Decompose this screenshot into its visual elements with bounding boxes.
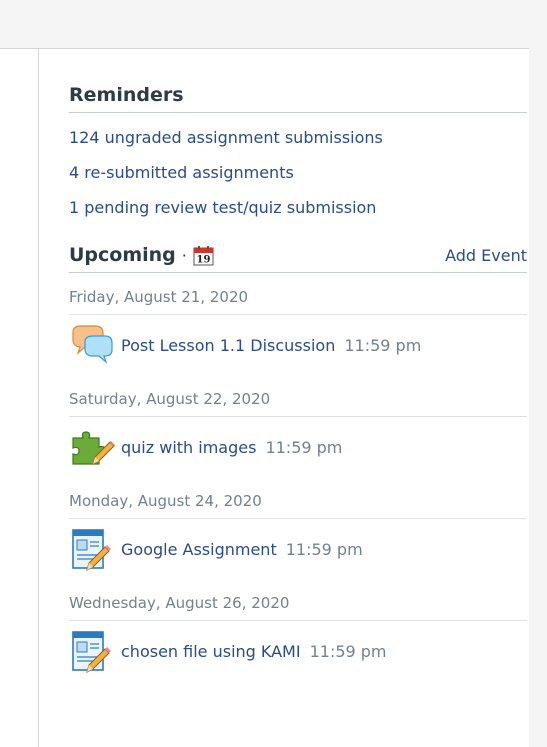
day-header: Wednesday, August 26, 2020 bbox=[69, 579, 527, 621]
svg-text:19: 19 bbox=[196, 254, 210, 265]
upcoming-item: quiz with images 11:59 pm bbox=[69, 417, 527, 477]
due-time: 11:59 pm bbox=[285, 539, 363, 559]
upcoming-item: Post Lesson 1.1 Discussion 11:59 pm bbox=[69, 315, 527, 375]
reminder-pending-review-link[interactable]: 1 pending review test/quiz submission bbox=[69, 198, 527, 218]
upcoming-item: Google Assignment 11:59 pm bbox=[69, 519, 527, 579]
add-event-link[interactable]: Add Event bbox=[445, 246, 527, 265]
assignment-icon bbox=[69, 526, 115, 572]
title-separator: · bbox=[181, 245, 187, 265]
reminder-resubmitted-link[interactable]: 4 re-submitted assignments bbox=[69, 163, 527, 183]
day-header: Saturday, August 22, 2020 bbox=[69, 375, 527, 417]
reminders-section: Reminders 124 ungraded assignment submis… bbox=[69, 80, 527, 218]
upcoming-heading: Upcoming · 19 bbox=[69, 244, 214, 266]
upcoming-item-link[interactable]: Google Assignment bbox=[121, 540, 277, 559]
upcoming-item-link[interactable]: quiz with images bbox=[121, 438, 256, 457]
day-header: Friday, August 21, 2020 bbox=[69, 273, 527, 315]
right-edge bbox=[529, 0, 547, 747]
upcoming-title: Upcoming bbox=[69, 244, 176, 266]
reminders-heading: Reminders bbox=[69, 80, 527, 113]
calendar-icon[interactable]: 19 bbox=[193, 245, 214, 266]
top-bar bbox=[0, 0, 547, 49]
upcoming-item-link[interactable]: chosen file using KAMI bbox=[121, 642, 301, 661]
due-time: 11:59 pm bbox=[265, 437, 343, 457]
sidebar-panel: Reminders 124 ungraded assignment submis… bbox=[69, 80, 527, 681]
upcoming-header: Upcoming · 19 Add Event bbox=[69, 244, 527, 273]
day-header: Monday, August 24, 2020 bbox=[69, 477, 527, 519]
upcoming-item: chosen file using KAMI 11:59 pm bbox=[69, 621, 527, 681]
due-time: 11:59 pm bbox=[309, 641, 387, 661]
discussion-icon bbox=[69, 322, 115, 368]
due-time: 11:59 pm bbox=[344, 335, 422, 355]
assignment-icon bbox=[69, 628, 115, 674]
reminder-ungraded-link[interactable]: 124 ungraded assignment submissions bbox=[69, 128, 527, 148]
upcoming-item-link[interactable]: Post Lesson 1.1 Discussion bbox=[121, 336, 335, 355]
left-gutter bbox=[0, 49, 39, 747]
quiz-icon bbox=[69, 424, 115, 470]
